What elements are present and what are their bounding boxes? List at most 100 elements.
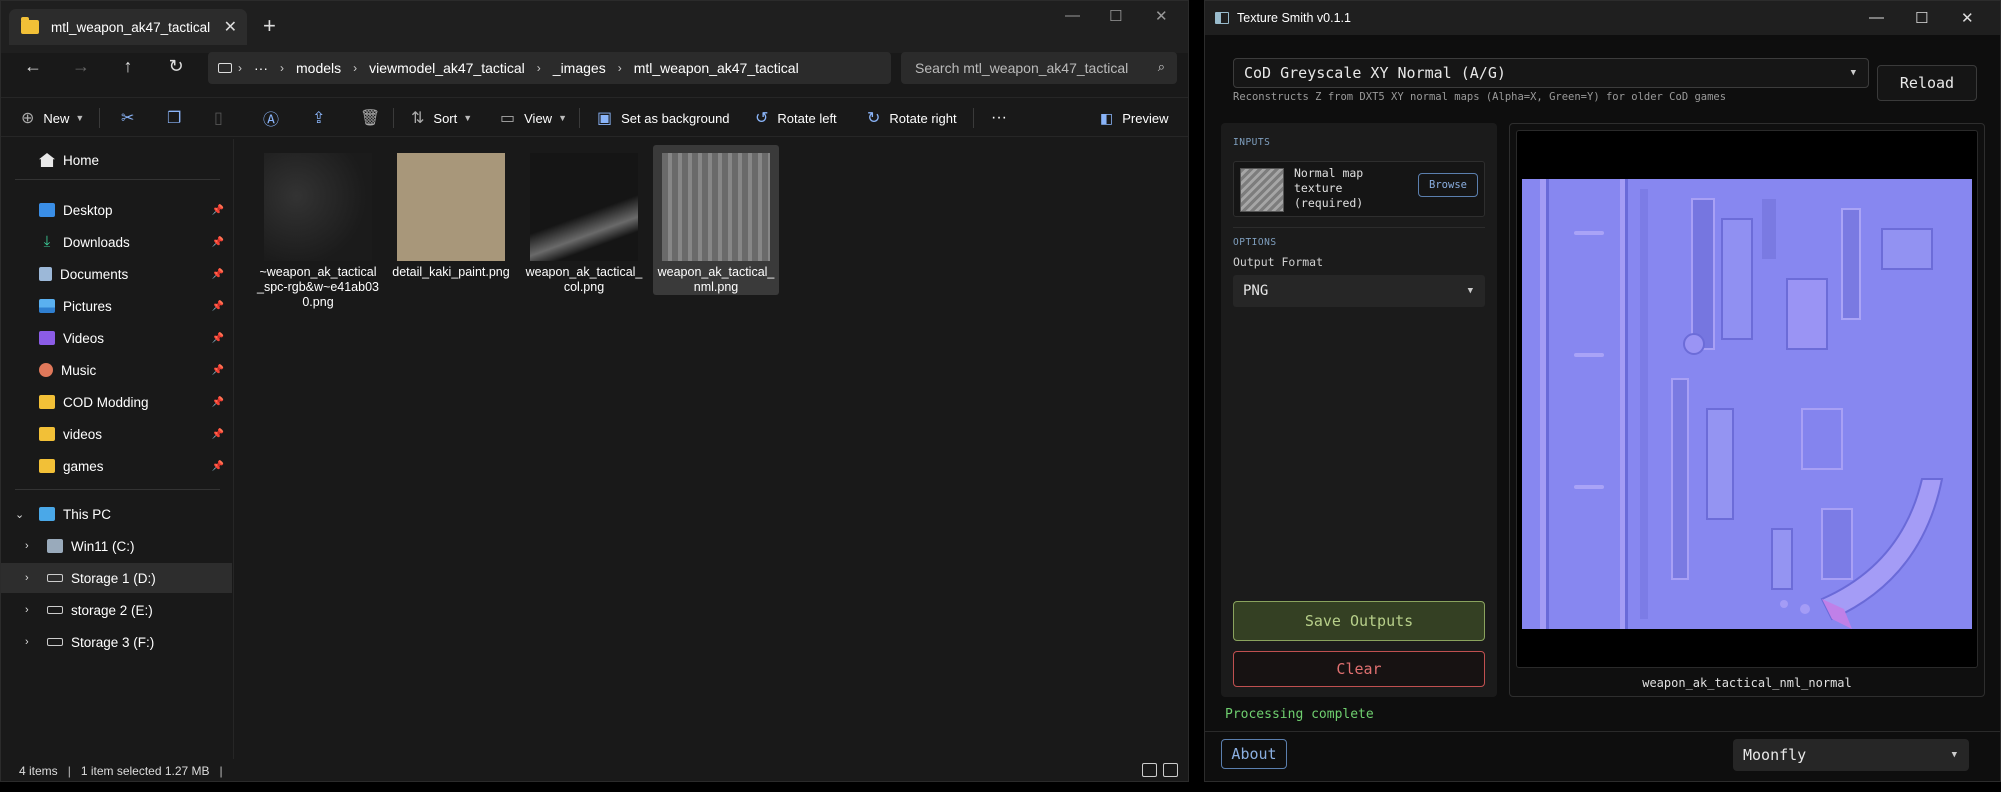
breadcrumb-more[interactable]: ···	[254, 60, 268, 76]
nav-item-desktop[interactable]: Desktop 📌	[1, 195, 232, 225]
pin-icon[interactable]: 📌	[212, 397, 224, 408]
pin-icon[interactable]: 📌	[212, 237, 224, 248]
file-item-selected[interactable]: weapon_ak_tactical_nml.png	[653, 145, 779, 295]
mode-description: Reconstructs Z from DXT5 XY normal maps …	[1233, 91, 1727, 103]
trash-icon: 🗑	[360, 110, 381, 127]
section-divider	[1233, 227, 1485, 228]
pin-icon[interactable]: 📌	[212, 333, 224, 344]
file-thumbnail	[662, 153, 770, 261]
up-arrow-icon[interactable]: ↑	[116, 56, 140, 77]
copy-button[interactable]: ❐	[167, 106, 190, 130]
paste-button[interactable]: ▯	[214, 106, 232, 130]
output-format-select[interactable]: PNG ▼	[1233, 275, 1485, 307]
new-button[interactable]: ⊕ New ▼	[21, 106, 84, 130]
rename-button[interactable]: Ⓐ	[263, 106, 288, 130]
forward-arrow-icon[interactable]: →	[69, 56, 93, 77]
breadcrumb-item[interactable]: models	[296, 60, 341, 76]
clear-button[interactable]: Clear	[1233, 651, 1485, 687]
pin-icon[interactable]: 📌	[212, 429, 224, 440]
file-explorer-window: mtl_weapon_ak47_tactical ✕ + — ☐ ✕ ← → ↑…	[0, 0, 1189, 782]
drive-icon	[47, 638, 63, 646]
pin-icon[interactable]: 📌	[212, 269, 224, 280]
drive-icon	[47, 539, 63, 553]
refresh-icon[interactable]: ↻	[164, 56, 188, 77]
view-icon: ▭	[500, 110, 516, 127]
close-window-icon[interactable]: ✕	[1155, 7, 1168, 25]
nav-item-games[interactable]: games 📌	[1, 451, 232, 481]
browse-button[interactable]: Browse	[1418, 173, 1478, 197]
nav-item-videos[interactable]: Videos 📌	[1, 323, 232, 353]
chevron-right-icon[interactable]: ›	[25, 572, 29, 584]
nav-item-music[interactable]: Music 📌	[1, 355, 232, 385]
nav-label: COD Modding	[63, 394, 149, 410]
chevron-right-icon[interactable]: ›	[25, 604, 29, 616]
nav-item-pictures[interactable]: Pictures 📌	[1, 291, 232, 321]
share-button[interactable]: ⇪	[312, 106, 334, 130]
about-button[interactable]: About	[1221, 739, 1287, 769]
status-bar: 4 items | 1 item selected 1.27 MB |	[1, 759, 1188, 781]
pin-icon[interactable]: 📌	[212, 461, 224, 472]
breadcrumb-item[interactable]: viewmodel_ak47_tactical	[369, 60, 525, 76]
view-button[interactable]: ▭ View ▼	[500, 106, 567, 130]
more-label: ···	[991, 109, 1007, 126]
rotate-left-label: Rotate left	[777, 110, 837, 126]
chevron-right-icon: ›	[536, 61, 541, 75]
chevron-right-icon[interactable]: ›	[25, 636, 29, 648]
pin-icon[interactable]: 📌	[212, 365, 224, 376]
nav-item-videos-folder[interactable]: videos 📌	[1, 419, 232, 449]
nav-label: Desktop	[63, 202, 113, 218]
minimize-icon[interactable]: —	[1065, 7, 1080, 24]
close-tab-icon[interactable]: ✕	[224, 17, 237, 37]
pin-icon[interactable]: 📌	[212, 301, 224, 312]
chevron-down-icon[interactable]: ⌄	[15, 508, 24, 521]
input-thumbnail	[1240, 168, 1284, 212]
status-divider: |	[219, 764, 223, 778]
details-view-icon[interactable]	[1142, 763, 1157, 777]
back-arrow-icon[interactable]: ←	[21, 56, 45, 77]
file-item[interactable]: ~weapon_ak_tactical_spc-rgb&w~e41ab030.p…	[255, 145, 381, 309]
preview-pane-button[interactable]: ◧ Preview	[1100, 106, 1168, 130]
nav-label: storage 2 (E:)	[71, 602, 153, 618]
nav-item-documents[interactable]: Documents 📌	[1, 259, 232, 289]
normal-map-preview	[1522, 179, 1972, 629]
nav-item-downloads[interactable]: ⤓ Downloads 📌	[1, 227, 232, 257]
nav-item-drive-c[interactable]: › Win11 (C:)	[1, 531, 232, 561]
nav-item-drive-f[interactable]: › Storage 3 (F:)	[1, 627, 232, 657]
sort-button[interactable]: ⇅ Sort ▼	[411, 106, 472, 130]
item-count: 4 items	[19, 764, 58, 778]
file-item[interactable]: detail_kaki_paint.png	[388, 145, 514, 295]
nav-label: Home	[63, 152, 100, 168]
rotate-left-button[interactable]: ↺ Rotate left	[755, 106, 837, 130]
theme-select[interactable]: Moonfly ▼	[1733, 739, 1969, 771]
cut-button[interactable]: ✂	[121, 106, 143, 130]
save-outputs-button[interactable]: Save Outputs	[1233, 601, 1485, 641]
file-thumbnail	[397, 153, 505, 261]
breadcrumb-item[interactable]: _images	[553, 60, 606, 76]
explorer-tab[interactable]: mtl_weapon_ak47_tactical ✕	[9, 9, 247, 45]
maximize-icon[interactable]: ☐	[1915, 9, 1928, 27]
nav-item-drive-e[interactable]: › storage 2 (E:)	[1, 595, 232, 625]
mode-select[interactable]: CoD Greyscale XY Normal (A/G) ▼	[1233, 58, 1869, 88]
reload-button[interactable]: Reload	[1877, 65, 1977, 101]
minimize-icon[interactable]: —	[1869, 9, 1884, 26]
maximize-icon[interactable]: ☐	[1109, 7, 1122, 25]
nav-item-home[interactable]: Home	[1, 145, 232, 175]
new-tab-button[interactable]: +	[263, 15, 276, 37]
breadcrumb-item[interactable]: mtl_weapon_ak47_tactical	[634, 60, 799, 76]
more-options-button[interactable]: ···	[991, 106, 1007, 130]
nav-label: Music	[61, 362, 97, 378]
address-bar[interactable]: › ··· › models › viewmodel_ak47_tactical…	[208, 52, 891, 84]
set-background-button[interactable]: ▣ Set as background	[597, 106, 730, 130]
close-window-icon[interactable]: ✕	[1961, 9, 1974, 27]
nav-item-drive-d[interactable]: › Storage 1 (D:)	[1, 563, 232, 593]
search-input[interactable]: Search mtl_weapon_ak47_tactical ⌕	[901, 52, 1177, 84]
file-item[interactable]: weapon_ak_tactical_col.png	[521, 145, 647, 295]
chevron-right-icon: ›	[353, 61, 358, 75]
delete-button[interactable]: 🗑	[360, 106, 389, 130]
tiles-view-icon[interactable]	[1163, 763, 1178, 777]
pin-icon[interactable]: 📌	[212, 205, 224, 216]
nav-item-cod-modding[interactable]: COD Modding 📌	[1, 387, 232, 417]
chevron-right-icon[interactable]: ›	[25, 540, 29, 552]
nav-item-this-pc[interactable]: ⌄ This PC	[1, 499, 232, 529]
rotate-right-button[interactable]: ↻ Rotate right	[867, 106, 957, 130]
